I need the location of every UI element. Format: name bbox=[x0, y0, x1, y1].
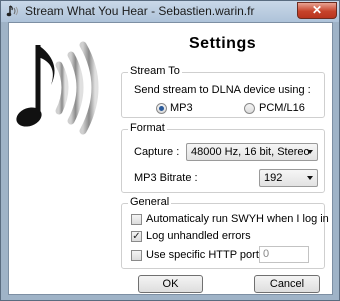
mp3-bitrate-select[interactable]: 192 bbox=[259, 169, 318, 187]
title-bar: Stream What You Hear - Sebastien.warin.f… bbox=[1, 1, 339, 22]
http-port-checkbox[interactable] bbox=[131, 250, 142, 261]
log-errors-label[interactable]: Log unhandled errors bbox=[146, 230, 251, 242]
mp3-label[interactable]: MP3 bbox=[170, 102, 193, 114]
music-note-logo bbox=[16, 41, 99, 135]
stream-to-legend: Stream To bbox=[128, 65, 182, 77]
format-legend: Format bbox=[128, 122, 167, 134]
capture-label: Capture : bbox=[134, 146, 180, 158]
http-port-input[interactable]: 0 bbox=[259, 246, 309, 263]
window-close-button[interactable]: ✕ bbox=[297, 2, 337, 19]
stream-to-group: Stream To Send stream to DLNA device usi… bbox=[121, 65, 325, 118]
cancel-button[interactable]: Cancel bbox=[254, 275, 320, 293]
close-icon: ✕ bbox=[311, 3, 323, 17]
page-title: Settings bbox=[189, 35, 257, 52]
capture-select[interactable]: 48000 Hz, 16 bit, Stereo bbox=[186, 143, 318, 161]
window-title: Stream What You Hear - Sebastien.warin.f… bbox=[25, 4, 255, 18]
checkmark-icon: ✓ bbox=[132, 231, 141, 242]
general-group: General Automaticaly run SWYH when I log… bbox=[121, 196, 329, 269]
autorun-label[interactable]: Automaticaly run SWYH when I log in bbox=[146, 213, 329, 225]
mp3-bitrate-select-value: 192 bbox=[264, 172, 283, 184]
http-port-label[interactable]: Use specific HTTP port : bbox=[146, 249, 265, 261]
client-area: Settings Stream To Send stream to DLNA d… bbox=[8, 22, 333, 295]
app-icon bbox=[6, 5, 18, 17]
general-legend: General bbox=[128, 196, 172, 208]
chevron-down-icon bbox=[307, 176, 313, 180]
log-errors-checkbox[interactable]: ✓ bbox=[131, 231, 142, 242]
format-group: Format Capture : 48000 Hz, 16 bit, Stere… bbox=[121, 122, 325, 193]
settings-window: Stream What You Hear - Sebastien.warin.f… bbox=[0, 0, 340, 301]
pcm-l16-radio[interactable] bbox=[244, 103, 255, 114]
mp3-radio[interactable] bbox=[156, 103, 167, 114]
pcm-l16-label[interactable]: PCM/L16 bbox=[259, 102, 305, 114]
capture-select-value: 48000 Hz, 16 bit, Stereo bbox=[191, 146, 310, 158]
autorun-checkbox[interactable] bbox=[131, 214, 142, 225]
chevron-down-icon bbox=[307, 150, 313, 154]
stream-to-description: Send stream to DLNA device using : bbox=[134, 84, 311, 96]
mp3-bitrate-label: MP3 Bitrate : bbox=[134, 172, 198, 184]
ok-button[interactable]: OK bbox=[138, 275, 203, 293]
